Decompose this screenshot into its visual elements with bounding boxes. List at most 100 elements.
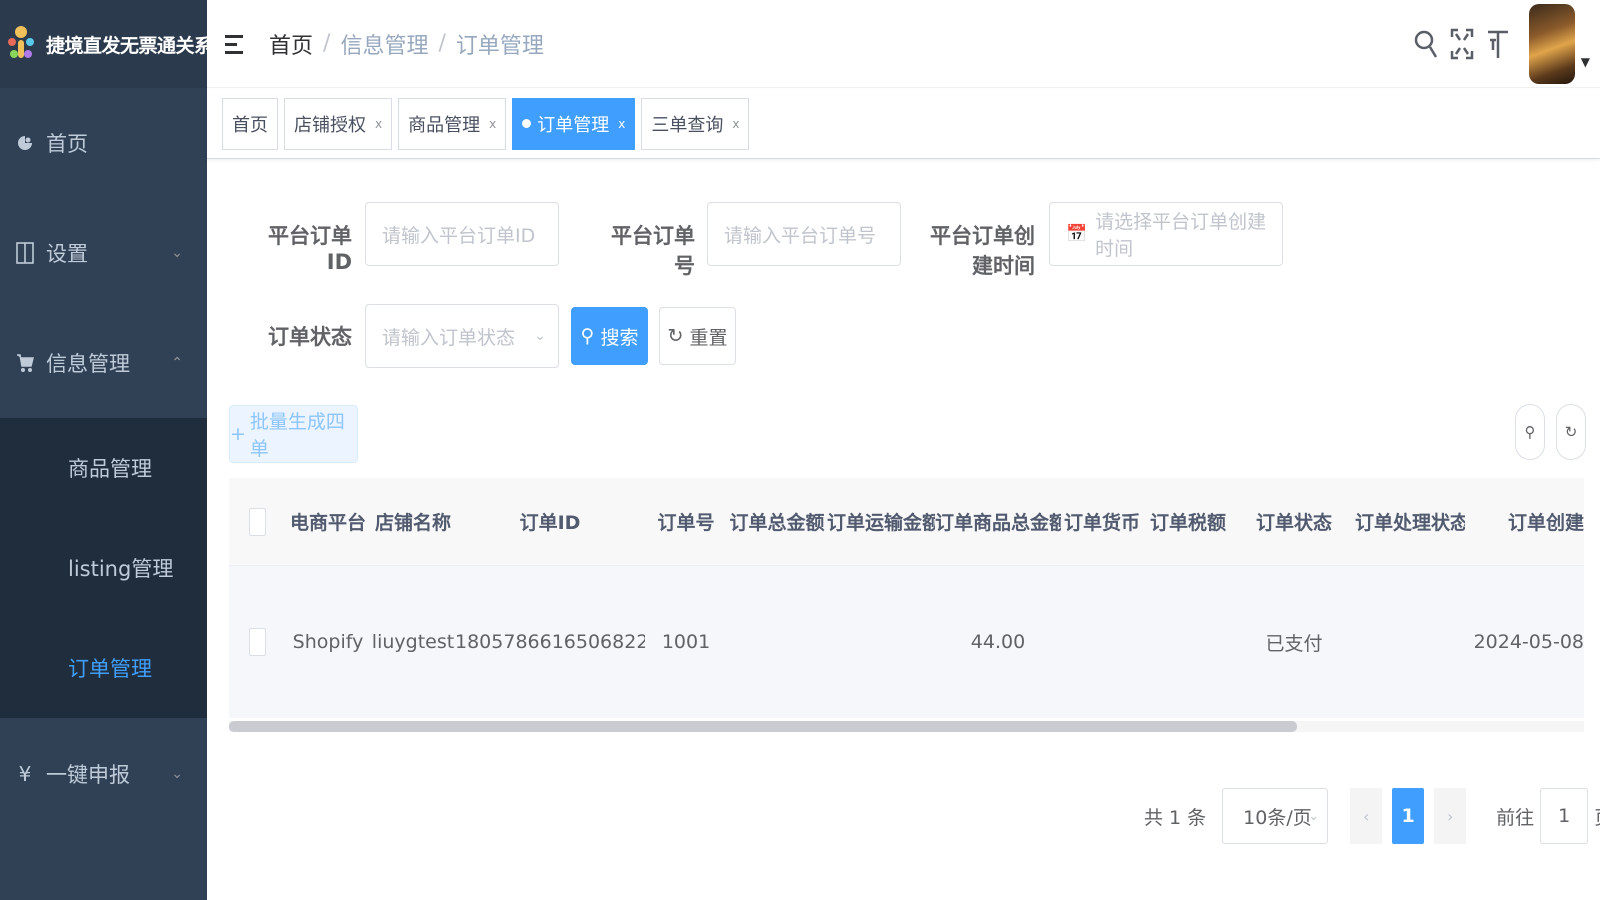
platform-order-no-label: 平台订单号	[611, 224, 695, 278]
close-icon[interactable]: x	[732, 117, 739, 131]
calendar-icon: 📅	[1066, 224, 1088, 244]
column-header: 电商平台	[289, 512, 366, 534]
dashboard-icon	[14, 134, 36, 152]
column-header: 订单ID	[519, 512, 581, 534]
fullscreen-icon[interactable]	[1445, 24, 1479, 64]
goto-page-input[interactable]: 1	[1540, 788, 1589, 844]
sidebar-item-home[interactable]: 首页	[0, 88, 207, 198]
table-cell: 44.00	[970, 631, 1026, 653]
page-number-button[interactable]: 1	[1392, 788, 1425, 844]
app-title: 捷境直发无票通关系统	[46, 34, 232, 57]
breadcrumb-order-management: 订单管理	[455, 33, 544, 59]
close-icon[interactable]: x	[489, 117, 496, 131]
tag-label: 店铺授权	[294, 114, 366, 136]
chevron-down-icon: ⌄	[1308, 808, 1320, 824]
order-status-select[interactable]: 请输入订单状态 ⌄	[365, 304, 559, 368]
batch-generate-button[interactable]: + 批量生成四单	[229, 405, 358, 463]
column-header: 订单状态	[1255, 512, 1332, 534]
select-all-checkbox[interactable]	[229, 507, 285, 536]
tag-label: 订单管理	[537, 114, 610, 136]
sidebar-item-label: 信息管理	[46, 352, 130, 376]
refresh-icon: ↻	[667, 325, 684, 347]
tag-three-order-query[interactable]: 三单查询 x	[641, 97, 750, 150]
logo-icon	[4, 14, 38, 74]
font-size-icon[interactable]	[1481, 24, 1515, 64]
column-header: 订单创建	[1507, 512, 1584, 534]
breadcrumb: 首页 / 信息管理 / 订单管理	[269, 28, 544, 60]
sidebar-item-info-management[interactable]: 信息管理 ⌃	[0, 308, 207, 418]
close-icon[interactable]: x	[618, 117, 625, 131]
column-header: 订单运输金额	[827, 512, 935, 534]
close-icon[interactable]: x	[375, 117, 382, 131]
column-header: 订单处理状态	[1355, 512, 1465, 534]
table-cell: Shopify	[292, 631, 364, 653]
order-status-label: 订单状态	[268, 325, 352, 349]
page-size-select[interactable]: 10条/页 ⌄	[1222, 788, 1329, 844]
cart-icon	[14, 352, 36, 374]
tag-home[interactable]: 首页	[222, 97, 278, 150]
breadcrumb-separator: /	[323, 31, 331, 56]
tag-store-auth[interactable]: 店铺授权 x	[284, 97, 393, 150]
sidebar-item-listing-management[interactable]: listing管理	[0, 518, 207, 618]
table-header: 电商平台 店铺名称 订单ID 订单号 订单总金额 订单运输金额 订单商品总金额 …	[229, 478, 1584, 566]
tag-label: 商品管理	[408, 114, 481, 136]
breadcrumb-home[interactable]: 首页	[269, 28, 313, 60]
table-cell: 1001	[661, 631, 711, 653]
chevron-down-icon: ⌄	[171, 245, 183, 261]
caret-down-icon[interactable]: ▼	[1581, 55, 1590, 69]
column-header: 订单商品总金额	[935, 512, 1061, 534]
breadcrumb-separator: /	[438, 31, 446, 56]
sidebar: 捷境直发无票通关系统 首页 设置 ⌄ 信息管理 ⌃ 商品管理 listing管理…	[0, 0, 232, 900]
create-time-label: 平台订单创建时间	[930, 224, 1035, 278]
table-cell: 已支付	[1265, 632, 1323, 655]
navbar-right: ▼	[1407, 0, 1590, 88]
sidebar-item-label: 设置	[46, 242, 88, 266]
pagination: 共 1 条 10条/页 ⌄ ‹ 1 › 前往 1 页	[1144, 788, 1600, 844]
column-header: 店铺名称	[374, 512, 451, 534]
chevron-down-icon: ⌄	[534, 328, 546, 344]
avatar[interactable]	[1528, 4, 1575, 84]
plus-icon: +	[230, 423, 246, 445]
table-cell: 2024-05-08	[1473, 631, 1584, 653]
tag-order-management[interactable]: 订单管理 x	[512, 97, 636, 150]
table-cell: liuygtest	[371, 631, 455, 653]
column-header: 订单号	[657, 512, 715, 534]
horizontal-scrollbar[interactable]	[229, 721, 1584, 732]
search-button[interactable]: ⚲ 搜索	[571, 307, 648, 365]
active-dot-icon	[522, 119, 532, 128]
next-page-button[interactable]: ›	[1434, 788, 1467, 844]
chevron-up-icon: ⌃	[171, 355, 183, 371]
tags-view: 首页 店铺授权 x 商品管理 x 订单管理 x 三单查询 x	[207, 89, 1600, 159]
platform-order-no-input[interactable]: 请输入平台订单号	[707, 202, 901, 266]
prev-page-button[interactable]: ‹	[1350, 788, 1383, 844]
column-header: 订单货币	[1063, 512, 1140, 534]
hamburger-icon[interactable]	[225, 33, 247, 55]
logo[interactable]: 捷境直发无票通关系统	[0, 0, 232, 88]
row-checkbox[interactable]	[229, 628, 285, 656]
toggle-search-button[interactable]: ⚲	[1515, 404, 1545, 460]
platform-order-id-input[interactable]: 请输入平台订单ID	[365, 202, 559, 266]
refresh-icon: ↻	[1564, 423, 1578, 441]
reset-button[interactable]: ↻ 重置	[659, 307, 736, 365]
table-row[interactable]: Shopify liuygtest 1805786616506822656 10…	[229, 566, 1584, 718]
goto-suffix: 页	[1594, 803, 1600, 830]
yen-icon: ¥	[18, 762, 32, 786]
sidebar-item-product-management[interactable]: 商品管理	[0, 418, 207, 518]
sidebar-item-order-management[interactable]: 订单管理	[0, 618, 207, 718]
create-time-picker[interactable]: 📅 请选择平台订单创建时间	[1049, 202, 1283, 266]
sidebar-item-label: 首页	[46, 132, 88, 156]
refresh-button[interactable]: ↻	[1556, 404, 1586, 460]
tag-product-management[interactable]: 商品管理 x	[398, 97, 507, 150]
sidebar-item-one-click-declare[interactable]: ¥ 一键申报 ⌄	[0, 718, 207, 830]
scrollbar-thumb[interactable]	[229, 721, 1297, 732]
search-icon: ⚲	[1524, 423, 1536, 441]
goto-prefix: 前往	[1496, 806, 1535, 829]
book-icon	[14, 241, 36, 265]
search-icon[interactable]	[1409, 24, 1443, 64]
tag-label: 三单查询	[651, 114, 724, 136]
tag-label: 首页	[232, 114, 268, 136]
breadcrumb-info-management: 信息管理	[340, 33, 429, 59]
table-cell: 1805786616506822656	[455, 631, 645, 653]
sidebar-item-settings[interactable]: 设置 ⌄	[0, 198, 207, 308]
column-header: 订单税额	[1149, 512, 1226, 534]
